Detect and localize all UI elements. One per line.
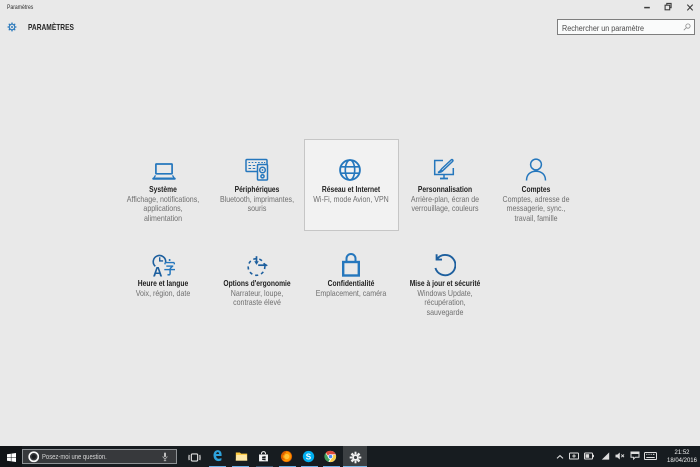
svg-text:A: A [153, 265, 163, 277]
svg-text:S: S [306, 452, 312, 461]
